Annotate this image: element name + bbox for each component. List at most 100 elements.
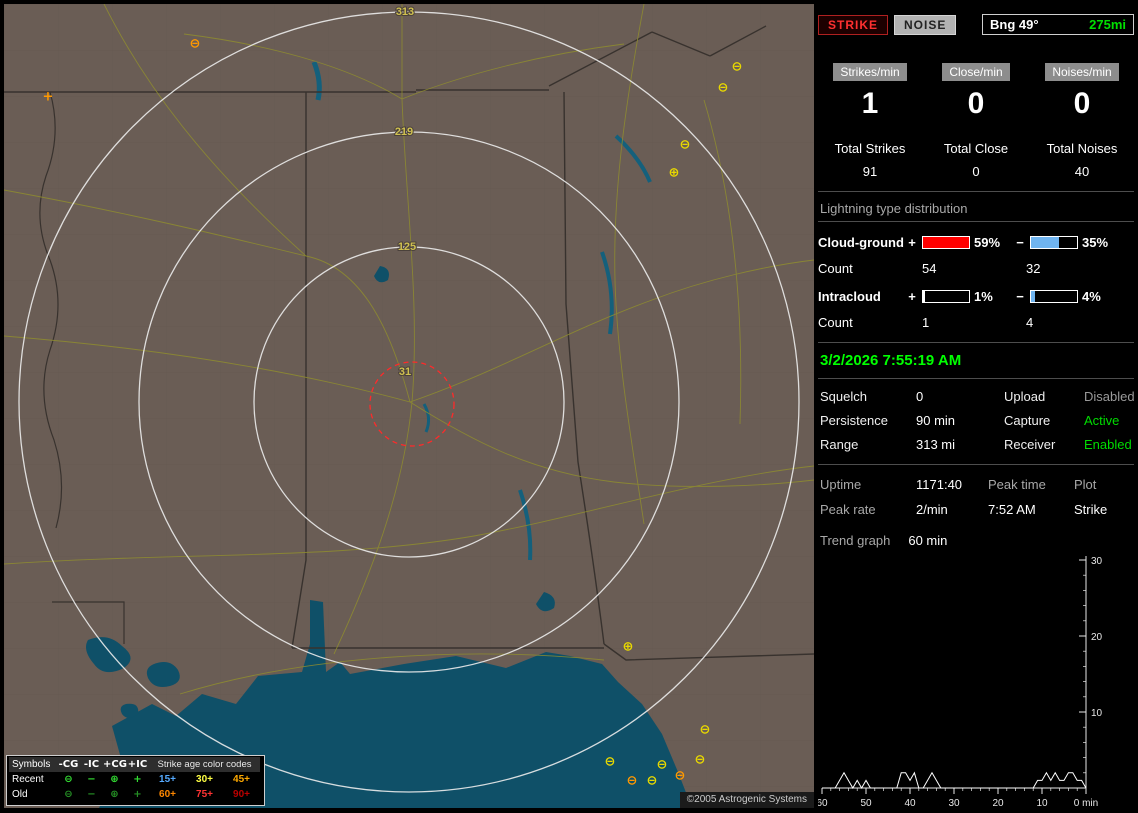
strike-cg-plus-icon: ⊕ (669, 166, 680, 181)
cg-minus-icon: ⊖ (64, 789, 73, 800)
legend-recent-row: Recent ⊖ − ⊕ + 15+ 30+ 45+ (9, 772, 260, 787)
svg-text:10: 10 (1036, 798, 1048, 809)
ic-positive-pct: 1% (974, 289, 993, 304)
status-panel: STRIKE NOISE Bng 49° 275mi Strikes/min 1… (816, 0, 1135, 812)
noises-per-min-header[interactable]: Noises/min (1045, 63, 1119, 81)
strike-cg-minus-icon: ⊖ (700, 723, 711, 738)
cg-plus-icon: ⊕ (110, 774, 119, 785)
legend-col-pic: +IC (127, 759, 148, 770)
svg-text:20: 20 (992, 798, 1004, 809)
cg-negative-count: 32 (1026, 261, 1041, 276)
upload-label: Upload (1004, 389, 1046, 404)
minus-sign: − (1016, 235, 1024, 250)
svg-text:50: 50 (860, 798, 872, 809)
strike-cg-plus-icon: ⊕ (623, 640, 634, 655)
peak-time-value: 7:52 AM (988, 502, 1036, 517)
svg-text:30: 30 (948, 798, 960, 809)
strikes-per-min-header[interactable]: Strikes/min (833, 63, 907, 81)
legend-col-ncg: -CG (58, 759, 79, 770)
trend-graph-window: 60 min (908, 533, 948, 548)
noise-mode-button[interactable]: NOISE (894, 14, 957, 35)
total-strikes-value: 91 (862, 164, 878, 179)
strike-cg-minus-icon: ⊖ (675, 769, 686, 784)
ic-positive-bar-fill (923, 291, 925, 302)
datetime-section: 3/2/2026 7:55:19 AM (818, 342, 1134, 378)
strike-cg-minus-icon: ⊖ (647, 774, 658, 789)
cg-positive-count: 54 (922, 261, 937, 276)
strike-cg-minus-icon: ⊖ (695, 753, 706, 768)
cg-negative-pct: 35% (1082, 235, 1109, 250)
nexstorm-window: 313 219 125 31 ⊖ + ⊖ ⊖ ⊖ ⊕ ⊕ ⊖ ⊖ ⊖ ⊖ ⊖ ⊖ ⊖ Symbols -CG -… (0, 0, 1138, 812)
strike-cg-minus-icon: ⊖ (605, 755, 616, 770)
bearing-readout: Bng 49° 275mi (982, 14, 1134, 35)
upload-status: Disabled (1084, 389, 1135, 404)
trend-graph-chart: 10 20 30 60 50 40 30 20 10 0 min (816, 556, 1103, 809)
cg-positive-pct: 59% (974, 235, 1001, 250)
ic-minus-icon: − (87, 774, 96, 785)
range-ring-label: 219 (395, 126, 413, 138)
uptime-label: Uptime (820, 477, 862, 492)
range-ring-label: 313 (396, 6, 414, 18)
plot-value: Strike (1074, 502, 1108, 517)
ic-minus-icon: − (87, 789, 96, 800)
svg-text:20: 20 (1091, 632, 1103, 643)
legend-recent-label: Recent (12, 774, 44, 785)
range-ring-label: 125 (398, 241, 416, 253)
cg-negative-bar-fill (1031, 237, 1059, 248)
strike-cg-minus-icon: ⊖ (190, 37, 201, 52)
lightning-map[interactable]: 31321912531 ⊖+⊖⊖⊖⊕⊕⊖⊖⊖⊖ ⊖ ⊖⊖ (4, 4, 814, 808)
ic-plus-icon: + (133, 774, 142, 785)
squelch-label: Squelch (820, 389, 867, 404)
noises-per-min-value: 0 (1073, 87, 1091, 120)
total-close-label: Total Close (943, 141, 1009, 156)
legend-old-row: Old ⊖ − ⊕ + 60+ 75+ 90+ (9, 787, 260, 802)
strike-cg-minus-icon: ⊖ (627, 774, 638, 789)
close-per-min-value: 0 (967, 87, 985, 120)
ic-count-label: Count (818, 315, 853, 330)
bearing-label: Bng 49° (990, 17, 1039, 32)
ic-plus-icon: + (133, 789, 142, 800)
total-noises-value: 40 (1074, 164, 1090, 179)
current-datetime: 3/2/2026 7:55:19 AM (820, 352, 962, 369)
strikes-per-min-column: Strikes/min 1 Total Strikes 91 (818, 63, 922, 179)
plus-sign: + (908, 289, 916, 304)
age-15: 15+ (159, 774, 176, 785)
ic-negative-bar-fill (1031, 291, 1035, 302)
strike-cg-minus-icon: ⊖ (657, 758, 668, 773)
age-90: 90+ (233, 789, 250, 800)
total-close-value: 0 (972, 164, 980, 179)
receiver-status-grid: Squelch 0 Upload Disabled Persistence 90… (818, 378, 1135, 464)
strike-trend-line (822, 771, 1087, 789)
peak-time-label: Peak time (988, 477, 1046, 492)
range-ring-label: 31 (399, 366, 411, 378)
persistence-value: 90 min (916, 413, 956, 428)
persistence-label: Persistence (820, 413, 888, 428)
mode-controls: STRIKE NOISE Bng 49° 275mi (818, 14, 1134, 35)
map-legend: Symbols -CG -IC +CG +IC Strike age color… (6, 755, 265, 806)
cg-negative-bar (1030, 236, 1078, 249)
strike-cg-minus-icon: ⊖ (718, 81, 729, 96)
plot-label: Plot (1074, 477, 1097, 492)
close-per-min-header[interactable]: Close/min (942, 63, 1010, 81)
cg-positive-bar-fill (923, 237, 969, 248)
peak-rate-value: 2/min (916, 502, 948, 517)
legend-age-title: Strike age color codes (157, 759, 252, 770)
distribution-title: Lightning type distribution (818, 192, 1134, 222)
trend-graph-label: Trend graph (820, 533, 891, 548)
squelch-value: 0 (916, 389, 924, 404)
age-45: 45+ (233, 774, 250, 785)
strike-cg-minus-icon: ⊖ (732, 60, 743, 75)
strike-ic-plus-icon: + (43, 90, 54, 105)
age-75: 75+ (196, 789, 213, 800)
peak-rate-label: Peak rate (820, 502, 876, 517)
svg-text:0 min: 0 min (1074, 798, 1098, 809)
strikes-per-min-value: 1 (861, 87, 879, 120)
legend-symbols-title: Symbols (12, 759, 51, 770)
strike-mode-button[interactable]: STRIKE (818, 14, 889, 35)
intracloud-label: Intracloud (818, 289, 881, 304)
plus-sign: + (908, 235, 916, 250)
trend-graph-header: Trend graph 60 min (818, 517, 1134, 548)
range-label: Range (820, 437, 859, 452)
age-60: 60+ (159, 789, 176, 800)
map-panel[interactable]: 313 219 125 31 ⊖ + ⊖ ⊖ ⊖ ⊕ ⊕ ⊖ ⊖ ⊖ ⊖ ⊖ ⊖ ⊖ Symbols -CG -… (4, 4, 814, 808)
